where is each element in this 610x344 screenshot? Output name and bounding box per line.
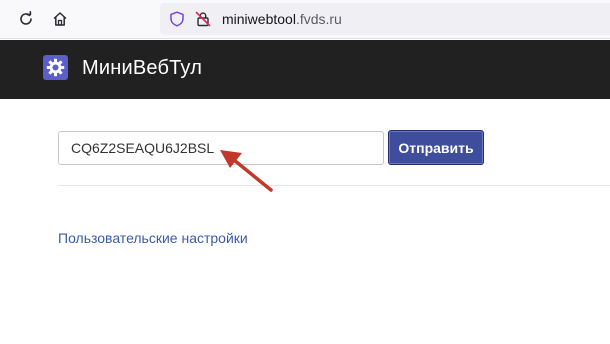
home-button[interactable] bbox=[49, 8, 71, 30]
reload-button[interactable] bbox=[15, 8, 37, 30]
submit-button[interactable]: Отправить bbox=[388, 130, 484, 165]
shield-icon bbox=[170, 11, 184, 27]
address-bar[interactable]: miniwebtool.fvds.ru bbox=[160, 3, 610, 35]
url-text[interactable]: miniwebtool.fvds.ru bbox=[222, 11, 342, 27]
browser-toolbar: miniwebtool.fvds.ru bbox=[0, 0, 610, 39]
brand-name[interactable]: МиниВебТул bbox=[82, 57, 202, 80]
home-icon bbox=[53, 12, 67, 26]
insecure-lock-icon bbox=[195, 11, 211, 27]
url-domain: .fvds.ru bbox=[295, 11, 342, 27]
url-host: miniwebtool bbox=[222, 11, 296, 27]
code-input[interactable] bbox=[58, 131, 384, 165]
user-settings-link[interactable]: Пользовательские настройки bbox=[58, 230, 248, 246]
divider bbox=[58, 185, 610, 186]
site-header: МиниВебТул bbox=[0, 40, 610, 99]
gear-icon bbox=[46, 58, 65, 77]
reload-icon bbox=[20, 11, 32, 25]
logo[interactable] bbox=[43, 55, 68, 80]
